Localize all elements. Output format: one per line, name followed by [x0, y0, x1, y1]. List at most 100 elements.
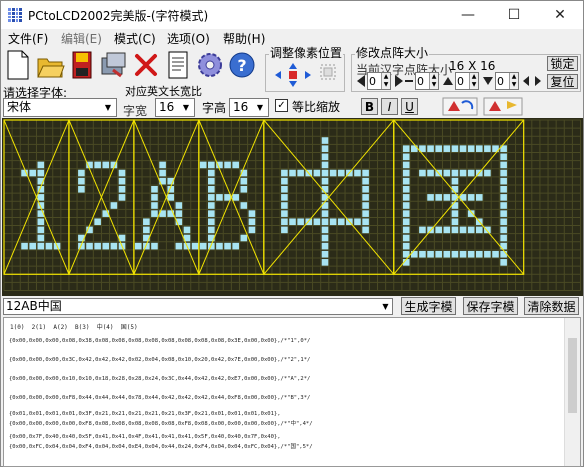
spin-top-input[interactable]: [457, 74, 469, 88]
lit-pixel: [151, 194, 158, 201]
flip-icon[interactable]: [483, 97, 523, 116]
bold-button[interactable]: B: [361, 98, 378, 115]
menu-options[interactable]: 选项(O): [167, 30, 210, 47]
expand-right-icon[interactable]: [393, 73, 415, 89]
lit-pixel: [78, 177, 85, 185]
scrollbar-thumb[interactable]: [568, 338, 577, 413]
shrink-left-icon[interactable]: [355, 73, 367, 89]
width-select[interactable]: 16 ▼: [155, 98, 195, 117]
lit-pixel: [475, 250, 483, 258]
lit-pixel: [321, 250, 329, 258]
lit-pixel: [427, 194, 434, 201]
lit-pixel: [467, 194, 475, 201]
lit-pixel: [484, 250, 491, 258]
lit-pixel: [208, 226, 215, 234]
lit-pixel: [37, 161, 45, 169]
height-select[interactable]: 16 ▼: [229, 98, 269, 117]
menu-edit[interactable]: 编辑(E): [61, 30, 102, 47]
output-text-area[interactable]: 1(0) 2(1) A(2) B(3) 中(4) 国(5) {0x00,0x00…: [3, 317, 581, 467]
lit-pixel: [467, 145, 475, 152]
lit-pixel: [459, 226, 467, 234]
close-button[interactable]: ✕: [537, 1, 583, 29]
spin-bottom-input[interactable]: [497, 74, 509, 88]
lit-pixel: [37, 226, 45, 234]
lock-button[interactable]: 锁定: [547, 56, 578, 71]
spin-top[interactable]: ▲▼: [455, 72, 479, 90]
spin-bottom[interactable]: ▲▼: [495, 72, 519, 90]
lit-pixel: [362, 210, 369, 217]
output-line: {0x00,0x00,0x00,0x3C,0x42,0x42,0x42,0x02…: [9, 357, 311, 363]
pixel-arrow-controls[interactable]: [271, 61, 315, 89]
dot-matrix-canvas[interactable]: [2, 118, 583, 296]
lit-pixel: [459, 145, 467, 152]
lit-pixel: [492, 250, 499, 258]
vertical-scrollbar[interactable]: [564, 318, 580, 466]
lit-pixel: [240, 177, 248, 185]
lit-pixel: [337, 169, 345, 177]
lit-pixel: [484, 226, 491, 234]
output-line: {0x00,0xFC,0x04,0x04,0xF4,0x04,0x04,0xE4…: [9, 444, 313, 450]
clear-button[interactable]: 清除数据: [524, 297, 579, 315]
lit-pixel: [402, 161, 410, 169]
output-line: {0x00,0x7F,0x40,0x40,0x5F,0x41,0x41,0x4F…: [9, 434, 281, 440]
lit-pixel: [321, 202, 329, 209]
maximize-button[interactable]: ☐: [491, 1, 537, 29]
save-disk-icon[interactable]: [67, 48, 97, 82]
lit-pixel: [321, 177, 329, 185]
lit-pixel: [118, 194, 126, 201]
delete-cross-icon[interactable]: [131, 48, 161, 82]
lit-pixel: [402, 234, 410, 242]
lit-pixel: [151, 202, 158, 209]
lit-pixel: [281, 210, 288, 217]
svg-text:?: ?: [237, 56, 246, 75]
lit-pixel: [151, 210, 158, 217]
spin-right[interactable]: ▲▼: [415, 72, 439, 90]
lit-pixel: [281, 194, 288, 201]
app-icon: [8, 8, 22, 22]
menu-help[interactable]: 帮助(H): [223, 30, 265, 47]
underline-button[interactable]: U: [401, 98, 418, 115]
glyph-grid[interactable]: [2, 118, 583, 296]
mirror-icon[interactable]: [319, 63, 337, 81]
lit-pixel: [500, 153, 507, 161]
rotate-icon[interactable]: [442, 97, 478, 116]
font-select[interactable]: 宋体 ▼: [3, 98, 117, 117]
lit-pixel: [500, 234, 507, 242]
expand-width-icon[interactable]: [521, 73, 543, 89]
minimize-button[interactable]: —: [445, 1, 491, 29]
lit-pixel: [321, 169, 329, 177]
output-line: {0x01,0x01,0x01,0x01,0x3F,0x21,0x21,0x21…: [9, 411, 281, 417]
lit-pixel: [110, 242, 118, 250]
notepad-icon[interactable]: [163, 48, 193, 82]
menu-file[interactable]: 文件(F): [8, 30, 48, 47]
lit-pixel: [475, 145, 483, 152]
lit-pixel: [248, 210, 256, 217]
lit-pixel: [167, 194, 175, 201]
spin-right-input[interactable]: [417, 74, 429, 88]
generate-button[interactable]: 生成字模: [401, 297, 456, 315]
lit-pixel: [435, 226, 442, 234]
lit-pixel: [362, 218, 369, 226]
lit-pixel: [134, 242, 142, 250]
lit-pixel: [45, 242, 53, 250]
menu-mode[interactable]: 模式(C): [114, 30, 156, 47]
lit-pixel: [208, 177, 215, 185]
generate-icon[interactable]: [99, 48, 129, 82]
shrink-up-icon[interactable]: [441, 73, 455, 89]
text-input[interactable]: 12AB中国: [3, 298, 393, 315]
lit-pixel: [143, 226, 150, 234]
help-icon[interactable]: ?: [227, 48, 257, 82]
new-file-icon[interactable]: [3, 48, 33, 82]
lit-pixel: [451, 250, 459, 258]
chevron-down-icon[interactable]: ▼: [378, 299, 393, 314]
save-button[interactable]: 保存字模: [463, 297, 518, 315]
open-folder-icon[interactable]: [35, 48, 65, 82]
proportional-checkbox[interactable]: ✓: [275, 99, 288, 112]
italic-button[interactable]: I: [381, 98, 398, 115]
expand-down-icon[interactable]: [481, 73, 495, 89]
reset-button[interactable]: 复位: [547, 74, 578, 89]
spin-left-input[interactable]: [369, 74, 381, 88]
spin-left[interactable]: ▲▼: [367, 72, 391, 90]
settings-gear-icon[interactable]: [195, 48, 225, 82]
lit-pixel: [402, 218, 410, 226]
